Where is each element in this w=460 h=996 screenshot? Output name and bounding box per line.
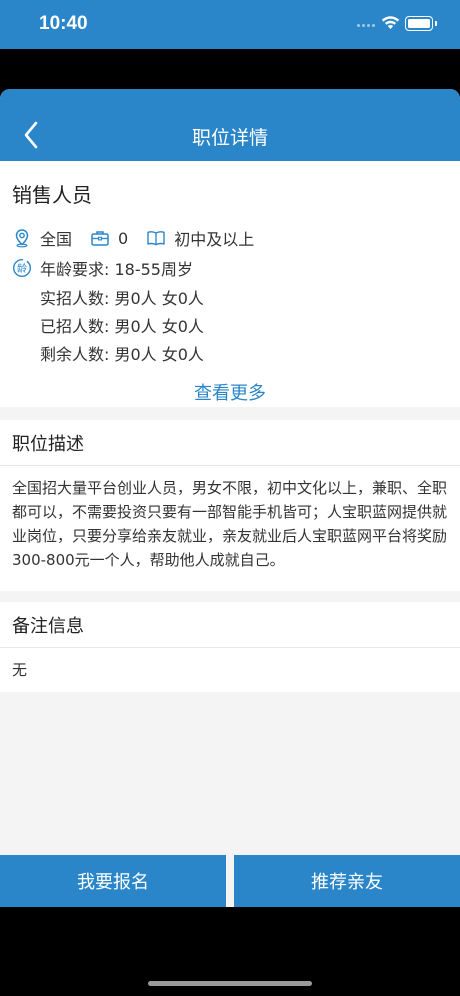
description-title: 职位描述	[0, 420, 460, 466]
description-section: 职位描述 全国招大量平台创业人员，男女不限，初中文化以上，兼职、全职都可以，不需…	[0, 420, 460, 591]
job-detail-sheet: 职位详情 销售人员 全国 0 初中及以上 龄 年龄要求: 18-55周岁 实招人…	[0, 89, 460, 907]
job-openings: 0	[118, 228, 129, 248]
page-title: 职位详情	[191, 127, 268, 149]
job-education: 初中及以上	[174, 230, 255, 249]
remarks-section: 备注信息 无	[0, 602, 460, 692]
age-row: 龄 年龄要求: 18-55周岁	[12, 257, 193, 279]
book-icon	[147, 231, 165, 246]
job-location: 全国	[40, 230, 73, 249]
job-meta-row: 全国 0 初中及以上	[12, 227, 254, 249]
wifi-icon	[381, 16, 400, 29]
remaining-count: 剩余人数: 男0人 女0人	[40, 345, 204, 364]
age-requirement: 年龄要求: 18-55周岁	[40, 260, 193, 279]
description-text: 全国招大量平台创业人员，男女不限，初中文化以上，兼职、全职都可以，不需要投资只要…	[12, 479, 448, 569]
actual-hires: 实招人数: 男0人 女0人	[40, 289, 204, 308]
home-indicator[interactable]	[148, 981, 312, 986]
job-title: 销售人员	[12, 183, 92, 207]
briefcase-icon	[91, 231, 109, 246]
job-info-card: 销售人员 全国 0 初中及以上 龄 年龄要求: 18-55周岁 实招人数: 男0…	[0, 161, 460, 407]
cellular-signal-icon	[357, 24, 377, 29]
battery-icon	[405, 16, 437, 31]
location-pin-icon	[15, 229, 29, 248]
status-time: 10:40	[39, 13, 88, 34]
svg-text:龄: 龄	[17, 262, 27, 275]
remarks-title: 备注信息	[0, 602, 460, 648]
modal-backdrop	[0, 49, 460, 89]
hired-count: 已招人数: 男0人 女0人	[40, 317, 204, 336]
see-more-link[interactable]: 查看更多	[0, 379, 460, 405]
recommend-friend-button[interactable]: 推荐亲友	[234, 855, 460, 907]
age-badge-icon: 龄	[12, 258, 32, 278]
remarks-text: 无	[12, 661, 28, 679]
nav-bar: 职位详情	[0, 89, 460, 161]
status-bar: 10:40	[0, 0, 460, 49]
apply-button[interactable]: 我要报名	[0, 855, 226, 907]
